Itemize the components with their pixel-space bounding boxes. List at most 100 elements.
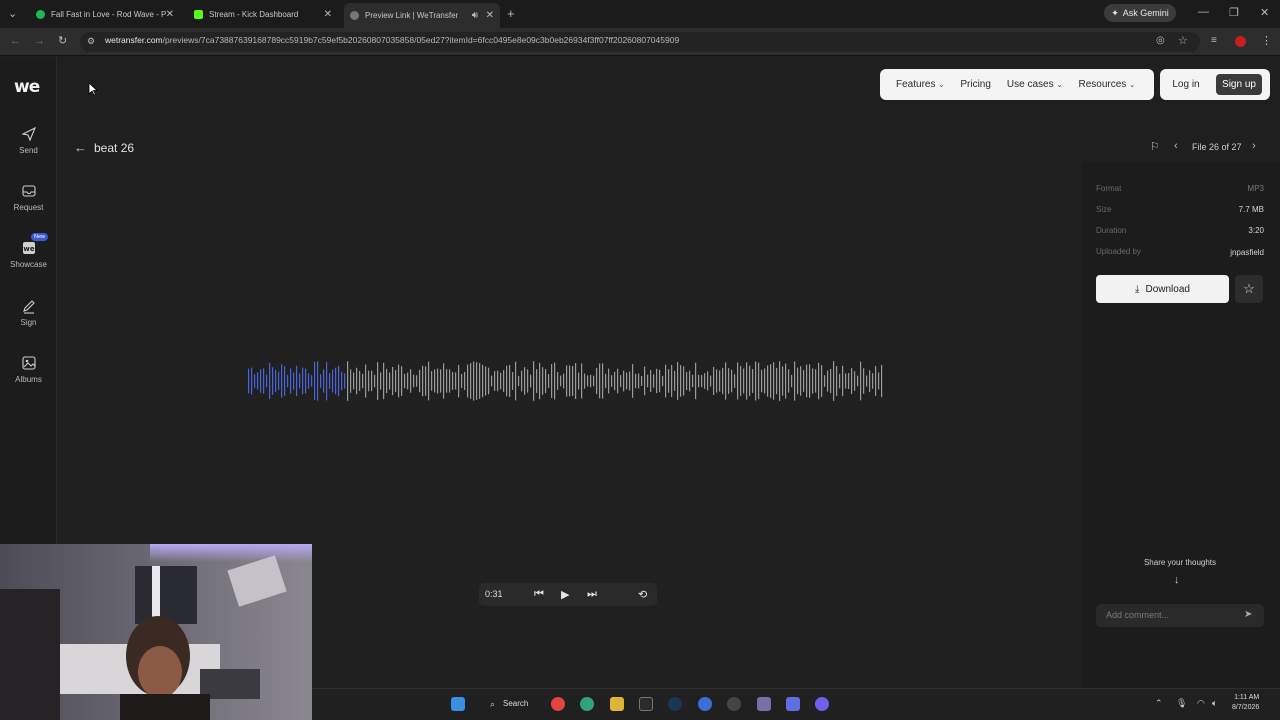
discord-icon[interactable] xyxy=(815,697,829,711)
minimize-icon[interactable]: — xyxy=(1198,6,1209,18)
waveform-bar xyxy=(521,370,523,392)
waveform-bar xyxy=(320,374,322,388)
browser-tab[interactable]: Stream - Kick Dashboard ✕ xyxy=(188,4,338,24)
waveform-bar xyxy=(452,372,454,390)
play-icon[interactable]: ▶︎ xyxy=(561,588,569,601)
microphone-icon[interactable]: 🎙︎ xyxy=(1176,698,1187,709)
wetransfer-logo[interactable]: we xyxy=(14,77,40,97)
signup-button[interactable]: Sign up xyxy=(1216,74,1262,95)
restore-icon[interactable]: ❐ xyxy=(1229,6,1239,19)
browser-tab[interactable]: Fall Fast in Love - Rod Wave - P ✕ xyxy=(30,4,180,24)
gamepad-icon[interactable] xyxy=(757,697,771,711)
system-clock[interactable]: 1:11 AM 8/7/2026 xyxy=(1232,693,1259,713)
waveform-bar xyxy=(386,368,388,393)
favorite-star-icon[interactable]: ☆ xyxy=(1235,275,1263,303)
waveform-bar xyxy=(749,365,751,397)
skip-back-icon[interactable]: ⏮︎ xyxy=(534,588,544,601)
send-comment-icon[interactable]: ➤ xyxy=(1244,609,1252,620)
nav-send[interactable]: Send xyxy=(0,126,57,155)
nav-albums[interactable]: Albums xyxy=(0,355,57,384)
ask-gemini-button[interactable]: ✦ Ask Gemini xyxy=(1104,4,1176,22)
waveform-bar xyxy=(644,366,646,396)
login-button[interactable]: Log in xyxy=(1166,74,1206,95)
audio-waveform[interactable] xyxy=(248,360,884,402)
waveform-bar xyxy=(716,369,718,393)
wifi-icon[interactable]: ◠ xyxy=(1197,698,1205,709)
back-arrow-icon[interactable]: ← xyxy=(74,140,87,155)
speaker-icon[interactable]: 🔊︎ xyxy=(472,10,478,21)
back-icon[interactable]: ← xyxy=(10,35,21,47)
comment-input[interactable]: Add comment... xyxy=(1096,604,1264,627)
chevron-right-icon[interactable]: › xyxy=(1252,140,1256,152)
waveform-bar xyxy=(350,369,352,393)
chevron-left-icon[interactable]: ‹ xyxy=(1174,140,1178,152)
waveform-bar xyxy=(575,363,577,400)
browser-tab-active[interactable]: Preview Link | WeTransfer 🔊︎ ✕ xyxy=(344,3,500,28)
waveform-bar xyxy=(368,370,370,392)
close-icon[interactable]: ✕ xyxy=(324,9,332,20)
close-icon[interactable]: ✕ xyxy=(486,10,494,21)
waveform-bar xyxy=(548,374,550,388)
menu-label: Use cases xyxy=(1006,79,1054,90)
nav-sign[interactable]: Sign xyxy=(0,298,57,327)
waveform-bar xyxy=(476,362,478,400)
media-control-icon[interactable]: ≡ xyxy=(1211,35,1217,46)
meta-uploader-value: jnpasfield xyxy=(1230,248,1264,257)
waveform-bar xyxy=(770,364,772,398)
app-icon[interactable] xyxy=(786,697,800,711)
file-explorer-icon[interactable] xyxy=(610,697,624,711)
waveform-bar xyxy=(257,372,259,390)
eye-off-icon[interactable]: ◎ xyxy=(1156,35,1165,46)
waveform-bar xyxy=(530,374,532,388)
tab-search-icon[interactable]: ⌄ xyxy=(8,7,17,20)
menu-features[interactable]: Features ⌄ xyxy=(888,79,952,90)
ask-gemini-label: Ask Gemini xyxy=(1122,8,1169,18)
menu-resources[interactable]: Resources ⌄ xyxy=(1070,79,1143,90)
waveform-bar xyxy=(422,365,424,397)
waveform-bar xyxy=(827,370,829,392)
waveform-bar xyxy=(284,366,286,396)
app-icon[interactable] xyxy=(698,697,712,711)
pen-icon xyxy=(22,300,35,314)
waveform-bar xyxy=(626,372,628,390)
window-close-icon[interactable]: ✕ xyxy=(1260,6,1269,19)
share-thoughts-label: Share your thoughts xyxy=(1143,558,1217,567)
waveform-bar xyxy=(731,369,733,393)
waveform-bar xyxy=(533,361,535,401)
volume-icon[interactable]: 🔈︎ xyxy=(1212,698,1217,709)
reload-icon[interactable]: ↻ xyxy=(58,34,67,47)
download-button[interactable]: ⤓ Download xyxy=(1096,275,1229,303)
url-text[interactable]: wetransfer.com/previews/7ca7388763916878… xyxy=(105,35,679,45)
forward-icon[interactable]: → xyxy=(34,35,45,47)
nav-request[interactable]: Request xyxy=(0,183,57,212)
repeat-icon[interactable]: ⟲ xyxy=(638,588,647,601)
close-icon[interactable]: ✕ xyxy=(166,9,174,20)
waveform-bar xyxy=(587,375,589,387)
edge-icon[interactable] xyxy=(580,697,594,711)
taskbar-search[interactable]: Search xyxy=(503,699,528,708)
chrome-icon[interactable] xyxy=(551,697,565,711)
menu-use-cases[interactable]: Use cases ⌄ xyxy=(999,79,1071,90)
epic-games-icon[interactable] xyxy=(639,697,653,711)
skip-forward-icon[interactable]: ⏭︎ xyxy=(587,588,597,601)
arrow-down-icon: ↓ xyxy=(1174,574,1180,586)
new-tab-icon[interactable]: + xyxy=(507,6,515,21)
nav-showcase[interactable]: New we Showcase xyxy=(0,233,57,269)
waveform-bar xyxy=(305,368,307,394)
site-info-icon[interactable]: ⚙ xyxy=(87,36,95,47)
waveform-bar xyxy=(704,373,706,389)
bookmark-star-icon[interactable]: ☆ xyxy=(1178,34,1188,47)
chevron-up-icon[interactable]: ⌃ xyxy=(1155,698,1163,709)
more-menu-icon[interactable]: ⋮ xyxy=(1261,34,1272,47)
profile-avatar[interactable] xyxy=(1235,36,1246,47)
menu-label: Features xyxy=(896,79,936,90)
flag-icon[interactable]: ⚐ xyxy=(1150,140,1160,153)
obs-icon[interactable] xyxy=(727,697,741,711)
waveform-bar xyxy=(869,370,871,392)
send-icon xyxy=(20,126,36,142)
windows-start-icon[interactable] xyxy=(451,697,465,711)
waveform-bar xyxy=(248,368,250,394)
menu-pricing[interactable]: Pricing xyxy=(952,79,999,90)
steam-icon[interactable] xyxy=(668,697,682,711)
waveform-bar xyxy=(440,369,442,393)
